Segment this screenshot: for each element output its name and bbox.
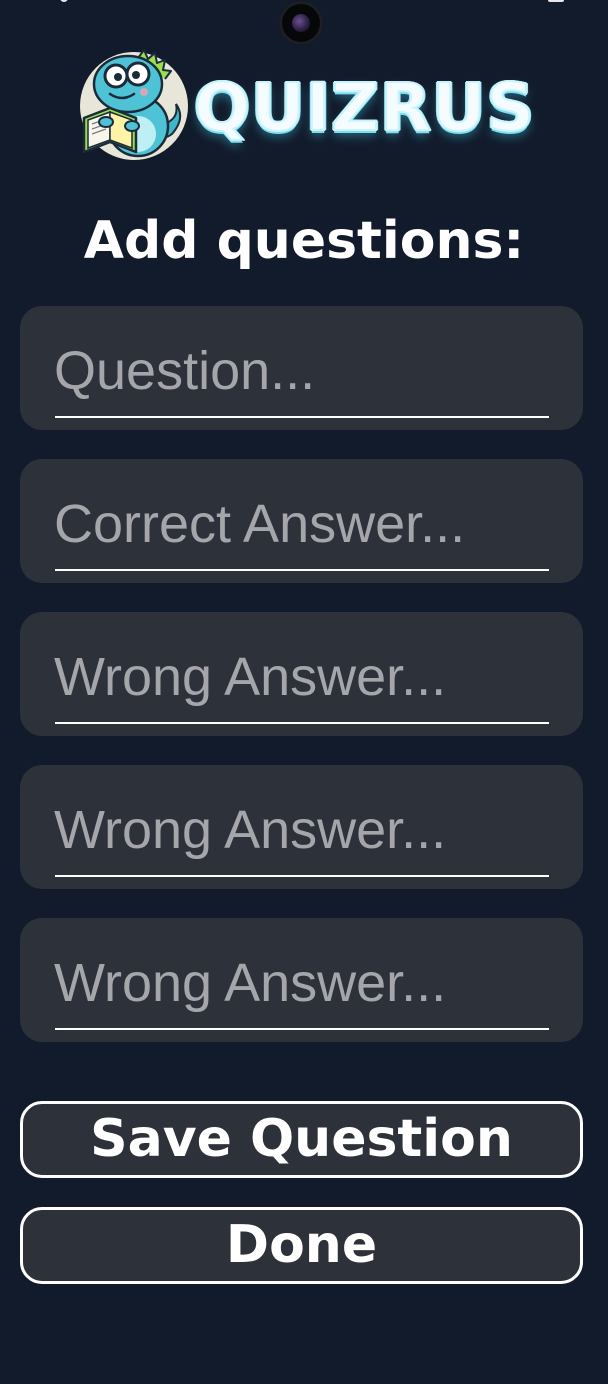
app-logo: QUIZRUS bbox=[76, 48, 536, 164]
wrong-answer-input-1-underline bbox=[55, 722, 549, 724]
wrong-answer-input-2-underline bbox=[55, 875, 549, 877]
question-input[interactable] bbox=[54, 338, 549, 404]
brand-name: QUIZRUS bbox=[193, 68, 536, 147]
correct-answer-input-underline bbox=[55, 569, 549, 571]
save-question-button[interactable]: Save Question bbox=[20, 1101, 583, 1178]
done-button[interactable]: Done bbox=[20, 1207, 583, 1284]
front-camera-cutout bbox=[279, 1, 323, 45]
correct-answer-field[interactable] bbox=[20, 459, 583, 583]
question-input-underline bbox=[55, 416, 549, 418]
wrong-answer-field-1[interactable] bbox=[20, 612, 583, 736]
question-field[interactable] bbox=[20, 306, 583, 430]
camera-lens bbox=[292, 14, 310, 32]
wrong-answer-input-3-underline bbox=[55, 1028, 549, 1030]
correct-answer-input[interactable] bbox=[54, 491, 549, 557]
wrong-answer-input-2[interactable] bbox=[54, 797, 549, 863]
page-title: Add questions: bbox=[83, 211, 525, 271]
wrong-answer-field-3[interactable] bbox=[20, 918, 583, 1042]
screen: QUIZRUS Add questions: Save Question Don… bbox=[0, 0, 608, 1384]
wrong-answer-input-3[interactable] bbox=[54, 950, 549, 1016]
status-icon-left bbox=[60, 0, 68, 2]
dinosaur-reading-book-icon bbox=[80, 49, 188, 160]
wrong-answer-input-1[interactable] bbox=[54, 644, 549, 710]
wrong-answer-field-2[interactable] bbox=[20, 765, 583, 889]
battery-icon bbox=[548, 0, 564, 2]
